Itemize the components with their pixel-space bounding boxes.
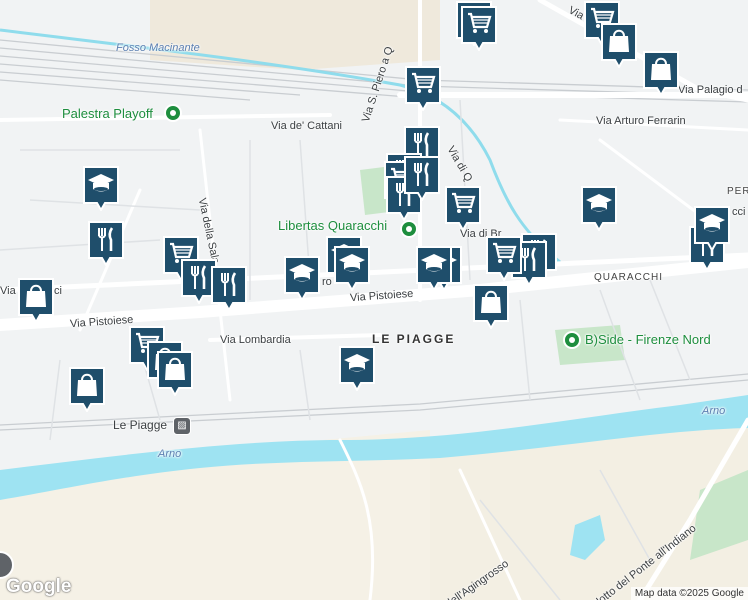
neighborhood-label-peri: PERI — [727, 186, 748, 197]
river-label-arno: Arno — [158, 448, 182, 460]
neighborhood-label-quaracchi: QUARACCHI — [594, 272, 664, 283]
map-marker-school[interactable] — [415, 245, 453, 291]
gym-icon[interactable] — [164, 104, 182, 122]
google-logo: Google — [6, 576, 72, 597]
map-attribution[interactable]: Map data ©2025 Google — [630, 587, 748, 600]
map-marker-bag[interactable] — [642, 50, 680, 96]
street-label-cci: cci — [732, 206, 746, 218]
venue-icon[interactable] — [563, 331, 581, 349]
map-marker-bag[interactable] — [156, 350, 194, 396]
fosso-macinante-label: Fosso Macinante — [116, 42, 200, 54]
map-marker-food[interactable] — [87, 220, 125, 266]
poi-label-bside[interactable]: B)Side - Firenze Nord — [585, 332, 711, 347]
map-marker-school[interactable] — [580, 185, 618, 231]
map-marker-food[interactable] — [210, 265, 248, 311]
neighborhood-label-le-piagge: LE PIAGGE — [372, 332, 456, 346]
street-label-ci: ci — [54, 285, 62, 297]
poi-label-libertas[interactable]: Libertas Quaracchi — [278, 218, 387, 233]
street-label-via-lombardia: Via Lombardia — [220, 334, 291, 346]
map-marker-cart[interactable] — [444, 185, 482, 231]
train-icon[interactable]: ▨ — [173, 417, 191, 435]
poi-label-palestra[interactable]: Palestra Playoff — [62, 106, 153, 121]
street-label-via-arturo-ferrarin: Via Arturo Ferrarin — [596, 115, 686, 127]
map-marker-cart[interactable] — [404, 65, 442, 111]
map-marker-school[interactable] — [338, 345, 376, 391]
street-label-via-palagio: Via Palagio d — [678, 84, 743, 96]
station-label[interactable]: Le Piagge — [113, 418, 167, 432]
map-marker-bag[interactable] — [600, 22, 638, 68]
map-marker-school[interactable] — [333, 245, 371, 291]
street-label-via-de-cattani: Via de' Cattani — [271, 120, 343, 132]
map-marker-school[interactable] — [693, 205, 731, 251]
map-marker-cart[interactable] — [460, 5, 498, 51]
river-label-arno: Arno — [702, 405, 726, 417]
map-marker-bag[interactable] — [68, 366, 106, 412]
map-marker-school[interactable] — [283, 255, 321, 301]
map-marker-food[interactable] — [403, 155, 441, 201]
map-marker-school[interactable] — [82, 165, 120, 211]
map-canvas[interactable]: Fosso Macinante Via Pra Via Palagio d Vi… — [0, 0, 748, 600]
map-marker-cart[interactable] — [485, 235, 523, 281]
map-marker-bag[interactable] — [17, 277, 55, 323]
map-marker-bag[interactable] — [472, 283, 510, 329]
sports-club-icon[interactable] — [400, 220, 418, 238]
